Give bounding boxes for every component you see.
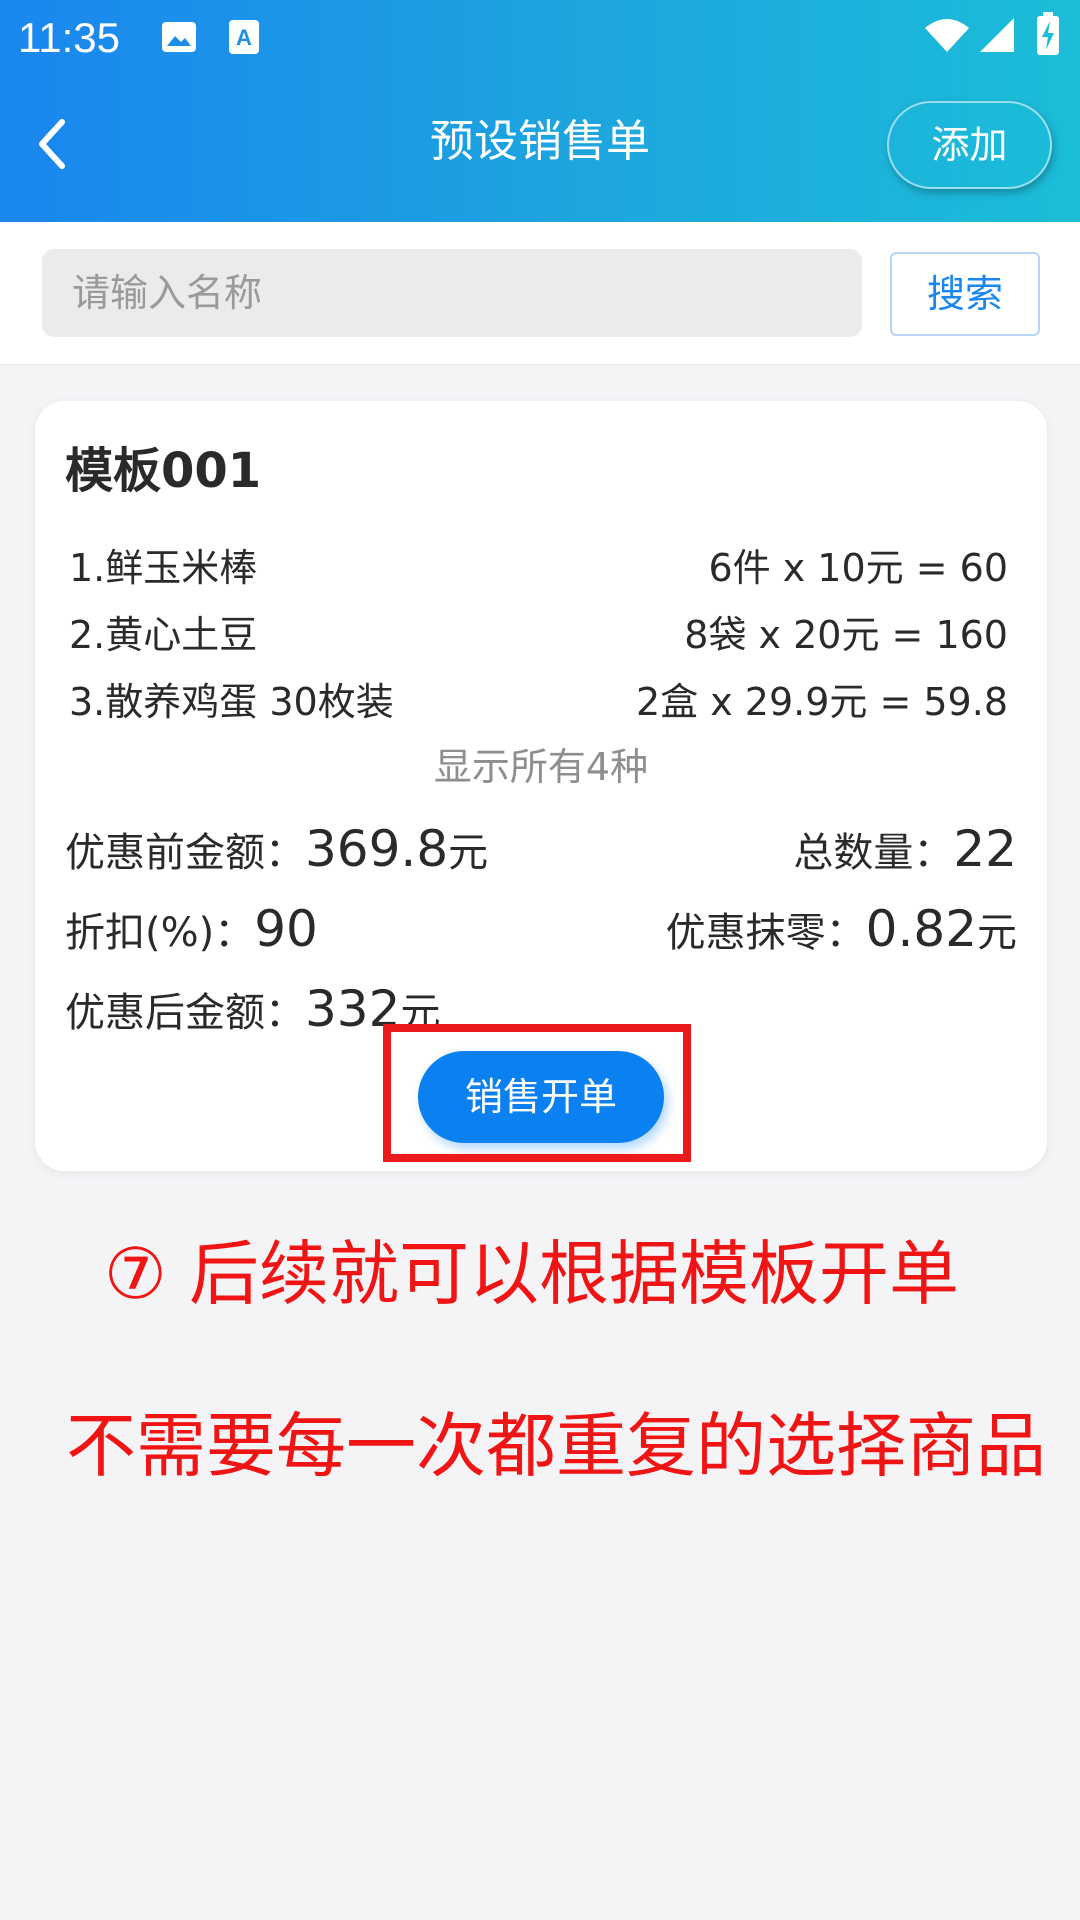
pre-discount-amount: 优惠前金额：369.8元 [65, 816, 488, 882]
show-all-link[interactable]: 显示所有4种 [35, 739, 1047, 795]
image-icon [162, 22, 196, 52]
item-name: 3.散养鸡蛋 30枚装 [69, 680, 394, 724]
list-item: 3.散养鸡蛋 30枚装 2盒 x 29.9元 = 59.8 [69, 674, 1047, 730]
annotation-line-2: 不需要每一次都重复的选择商品 [66, 1405, 1046, 1487]
signal-icon [980, 18, 1014, 52]
search-input[interactable]: 请输入名称 [42, 249, 862, 337]
round-off-value: 0.82 [865, 900, 977, 958]
add-button[interactable]: 添加 [887, 101, 1052, 189]
status-time: 11:35 [18, 14, 120, 61]
pre-discount-label: 优惠前金额： [65, 830, 305, 876]
battery-charging-icon [1037, 12, 1059, 55]
post-discount-label: 优惠后金额： [65, 990, 305, 1036]
svg-text:A: A [236, 25, 252, 50]
list-item: 2.黄心土豆 8袋 x 20元 = 160 [69, 607, 1047, 663]
total-qty-value: 22 [953, 820, 1017, 878]
item-calc: 2盒 x 29.9元 = 59.8 [635, 680, 1008, 724]
search-bar: 请输入名称 搜索 [0, 222, 1080, 365]
annotation-line-1: ⑦ 后续就可以根据模板开单 [104, 1233, 960, 1315]
highlight-box [383, 1024, 691, 1162]
total-quantity: 总数量：22 [793, 816, 1017, 882]
discount-label: 折扣(%)： [65, 910, 255, 956]
item-name: 2.黄心土豆 [69, 613, 258, 657]
item-name: 1.鲜玉米棒 [69, 546, 258, 590]
pre-discount-unit: 元 [448, 830, 489, 876]
pre-discount-value: 369.8 [305, 820, 449, 878]
round-off-amount: 优惠抹零：0.82元 [666, 896, 1017, 962]
item-calc: 6件 x 10元 = 60 [708, 546, 1008, 590]
wifi-icon [925, 19, 969, 52]
item-calc: 8袋 x 20元 = 160 [684, 613, 1008, 657]
round-off-label: 优惠抹零： [665, 910, 866, 956]
template-title: 模板001 [65, 443, 262, 499]
list-item: 1.鲜玉米棒 6件 x 10元 = 60 [69, 540, 1047, 596]
app-header: 11:35 A 预设销售单 添加 [0, 0, 1080, 222]
total-qty-label: 总数量： [793, 830, 954, 876]
text-a-icon: A [229, 20, 259, 54]
discount-value: 90 [254, 900, 318, 958]
search-button[interactable]: 搜索 [890, 252, 1040, 336]
round-off-unit: 元 [977, 910, 1017, 956]
discount-rate: 折扣(%)：90 [65, 896, 318, 962]
